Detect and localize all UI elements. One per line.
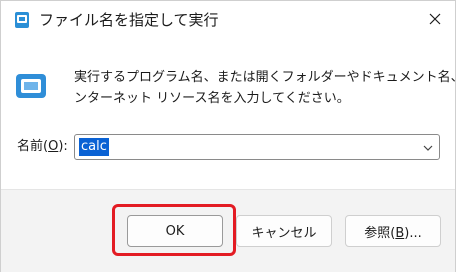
description-line-2: ンターネット リソース名を入力してください。: [74, 91, 350, 106]
name-label-accesskey: O: [48, 139, 59, 154]
browse-button-label: 参照(B)...: [364, 222, 421, 241]
description-line-1: 実行するプログラム名、または開くフォルダーやドキュメント名、イ: [74, 70, 456, 85]
close-icon: [429, 10, 441, 29]
title-bar: ファイル名を指定して実行: [1, 1, 455, 39]
browse-label-prefix: 参照(: [364, 225, 396, 241]
ok-button-label: OK: [165, 223, 185, 239]
name-label-suffix: ):: [58, 139, 68, 154]
button-bar: OK キャンセル 参照(B)...: [1, 189, 455, 272]
name-label-prefix: 名前(: [17, 139, 49, 154]
run-icon: [14, 71, 48, 101]
run-dialog: ファイル名を指定して実行 実行するプログラム名、または開くフォルダーやドキュメン…: [0, 0, 456, 272]
cancel-button-label: キャンセル: [251, 225, 317, 241]
name-input-value[interactable]: calc: [79, 138, 109, 156]
run-dialog-icon: [14, 10, 30, 30]
browse-button[interactable]: 参照(B)...: [345, 215, 441, 247]
browse-label-suffix: )...: [404, 225, 422, 241]
chevron-down-icon[interactable]: [421, 140, 435, 154]
cancel-button[interactable]: キャンセル: [236, 215, 332, 247]
name-combobox[interactable]: calc: [74, 134, 440, 160]
close-button[interactable]: [415, 1, 455, 37]
ok-button[interactable]: OK: [127, 215, 223, 247]
window-title: ファイル名を指定して実行: [39, 11, 219, 29]
name-label: 名前(O):: [17, 137, 68, 157]
description: 実行するプログラム名、または開くフォルダーやドキュメント名、イ ンターネット リ…: [74, 67, 456, 109]
browse-label-accesskey: B: [395, 225, 405, 241]
